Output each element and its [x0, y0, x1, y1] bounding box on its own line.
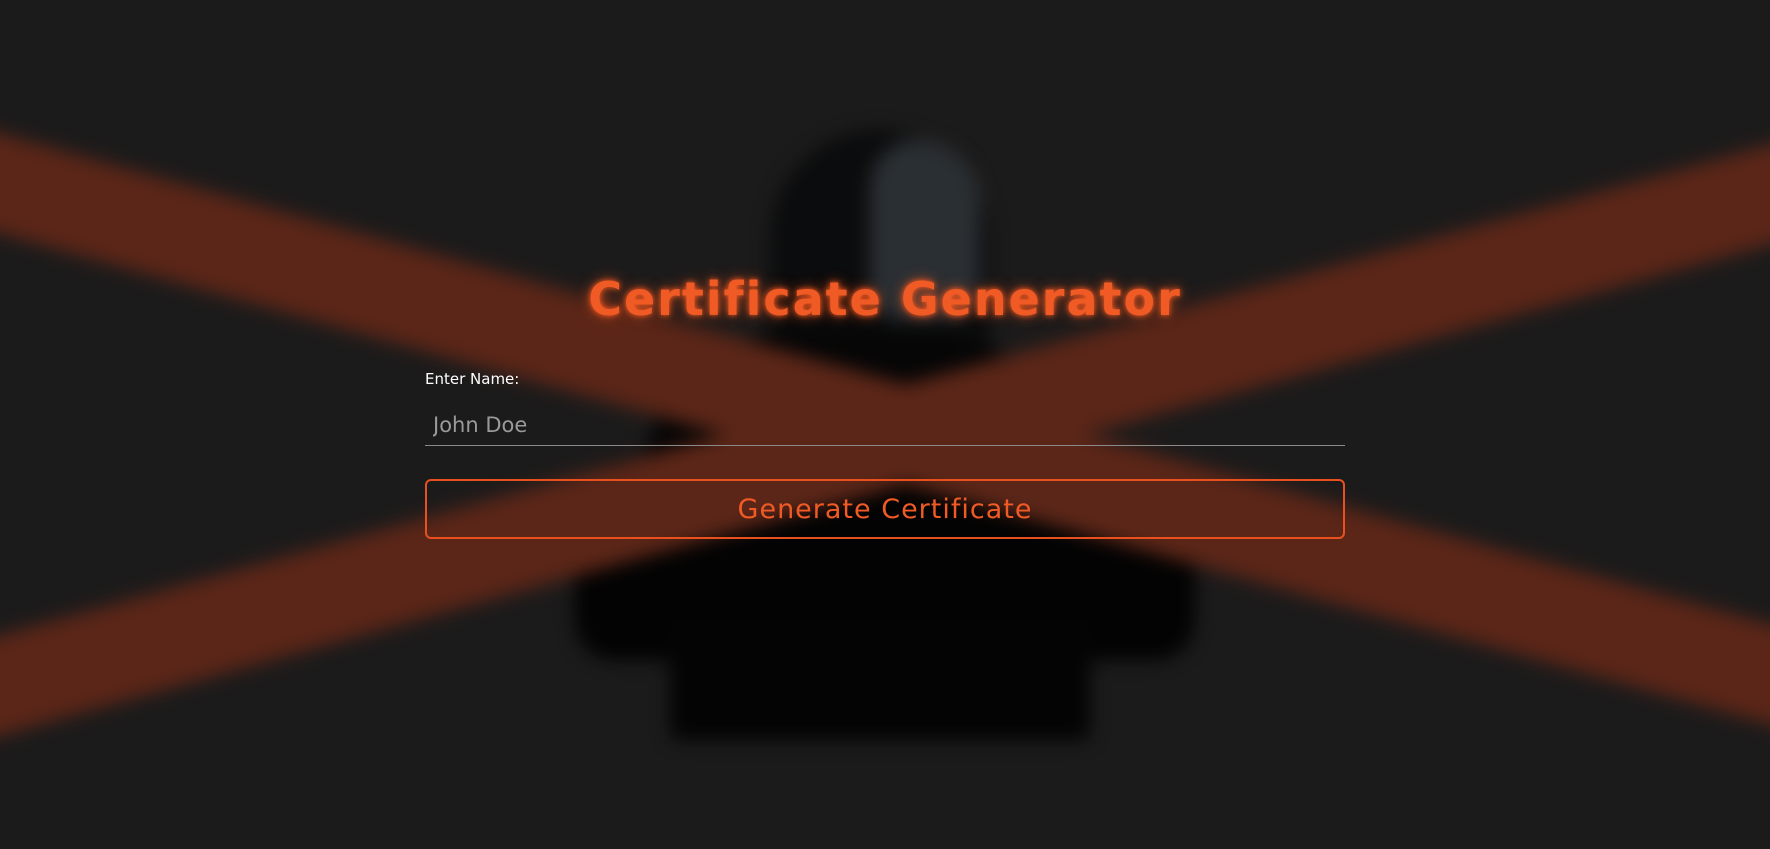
name-label: Enter Name:	[425, 370, 520, 388]
certificate-form-container: Certificate Generator Enter Name: Genera…	[0, 0, 1770, 849]
page-title: Certificate Generator	[588, 272, 1182, 326]
name-input[interactable]	[425, 404, 1345, 446]
page: Certificate Generator Enter Name: Genera…	[0, 0, 1770, 849]
generate-certificate-button[interactable]: Generate Certificate	[425, 479, 1345, 539]
